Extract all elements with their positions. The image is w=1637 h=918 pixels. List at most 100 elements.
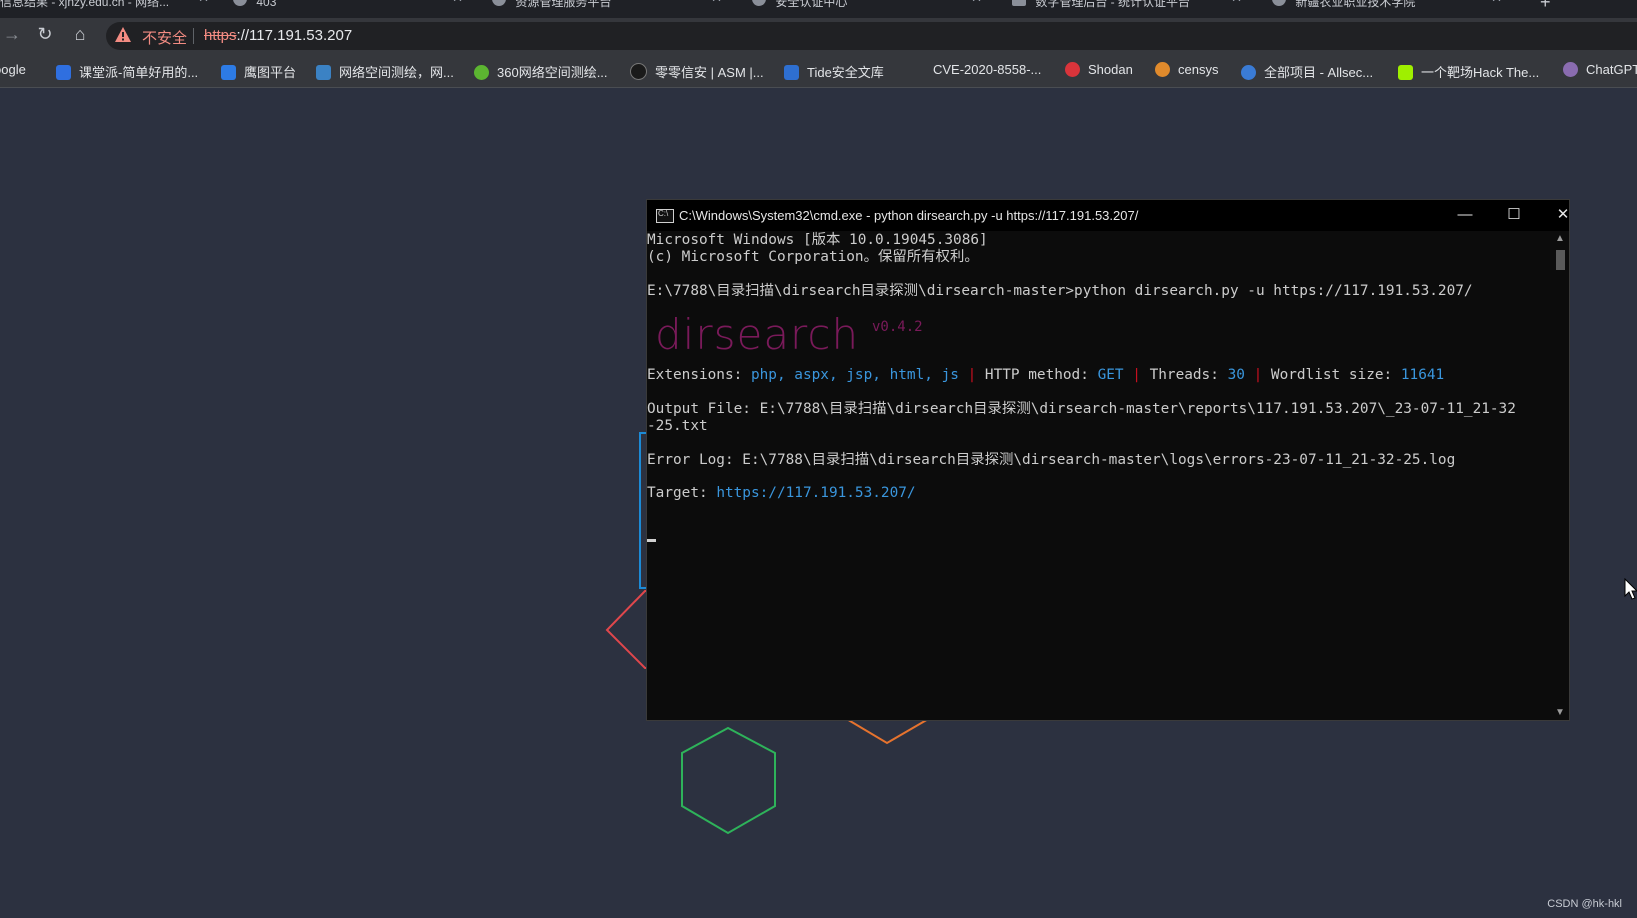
- home-icon[interactable]: ⌂: [68, 24, 92, 45]
- method-value: GET: [1097, 367, 1124, 383]
- scrollbar[interactable]: ▲ ▼: [1551, 231, 1569, 720]
- hexagon-green: [681, 726, 776, 835]
- bookmark-0zero[interactable]: 零零信安 | ASM |...: [630, 62, 764, 81]
- target-value: https://117.191.53.207/: [716, 485, 916, 501]
- browser-tab[interactable]: 新疆农业职业技术学院 ✕: [1272, 0, 1508, 18]
- globe-icon: [1272, 0, 1286, 6]
- bookmark-cve[interactable]: CVE-2020-8558-...: [933, 62, 1041, 77]
- browser-tab[interactable]: 安全认证中心 ✕: [752, 0, 988, 18]
- bookmark-label: ChatGPT: [1586, 62, 1637, 77]
- bookmark-chatgpt[interactable]: ChatGPT: [1563, 62, 1637, 77]
- chevron-up-icon[interactable]: ▲: [1555, 233, 1565, 244]
- security-status[interactable]: 不安全: [142, 27, 187, 48]
- chatgpt-icon: [1563, 62, 1578, 77]
- browser-tab[interactable]: 数字管理后台 - 统计认证平台 ✕: [1012, 0, 1248, 18]
- bookmark-label: 全部项目 - Allsec...: [1264, 65, 1374, 80]
- bookmark-ketangpai[interactable]: 课堂派-简单好用的...: [56, 62, 198, 81]
- shield-icon: [1241, 65, 1256, 80]
- chevron-down-icon[interactable]: ▼: [1555, 707, 1565, 718]
- wordlist-label: Wordlist size:: [1270, 367, 1401, 383]
- target-line: Target: https://117.191.53.207/: [647, 485, 916, 502]
- bookmark-360-quake[interactable]: 360网络空间测绘...: [474, 62, 608, 81]
- address-bar[interactable]: 不安全 https://117.191.53.207: [106, 22, 1637, 50]
- bookmark-censys[interactable]: censys: [1155, 62, 1218, 77]
- mouse-cursor-icon: [1624, 578, 1637, 600]
- page-icon: [1012, 0, 1026, 6]
- tab-label: 安全认证中心: [775, 0, 848, 9]
- bookmark-label: 360网络空间测绘...: [497, 65, 608, 80]
- tide-icon: [784, 65, 799, 80]
- reload-icon[interactable]: ↻: [33, 24, 57, 45]
- browser-toolbar: → ↻ ⌂ 不安全 https://117.191.53.207: [0, 18, 1637, 54]
- tab-label: 新疆农业职业技术学院: [1295, 0, 1416, 9]
- browser-tab[interactable]: 403 ✕: [233, 0, 469, 18]
- cmd-window[interactable]: C:\Windows\System32\cmd.exe - python dir…: [646, 199, 1570, 721]
- forward-icon[interactable]: →: [0, 24, 24, 45]
- tab-label: 403: [256, 0, 277, 9]
- scrollbar-thumb[interactable]: [1556, 250, 1565, 270]
- quake-icon: [474, 65, 489, 80]
- bookmark-label: 课堂派-简单好用的...: [79, 65, 199, 80]
- new-tab-button[interactable]: +: [1540, 0, 1551, 13]
- fofa-icon: [316, 65, 331, 80]
- bookmark-htb[interactable]: 一个靶场Hack The...: [1398, 62, 1539, 81]
- tab-label: 数字管理后台 - 统计认证平台: [1035, 0, 1191, 9]
- globe-icon: [492, 0, 506, 6]
- bookmark-label: 鹰图平台: [244, 65, 297, 80]
- bookmark-label: 一个靶场Hack The...: [1421, 65, 1540, 80]
- method-label: HTTP method:: [984, 367, 1098, 383]
- window-title: C:\Windows\System32\cmd.exe - python dir…: [679, 208, 1139, 223]
- wordlist-value: 11641: [1400, 367, 1445, 383]
- globe-icon: [752, 0, 766, 6]
- error-log-line: Error Log: E:\7788\目录扫描\dirsearch目录探测\di…: [647, 452, 1456, 468]
- config-line: Extensions: php, aspx, jsp, html, js | H…: [647, 367, 1444, 384]
- cube-icon: [1398, 65, 1413, 80]
- bookmark-hunter[interactable]: 鹰图平台: [221, 62, 296, 81]
- console-line: E:\7788\目录扫描\dirsearch目录探测\dirsearch-mas…: [647, 283, 1473, 299]
- bookmarks-bar: oogle 课堂派-简单好用的... 鹰图平台 网络空间测绘，网... 360网…: [0, 54, 1637, 88]
- tab-label: 资源管理服务平台: [515, 0, 612, 9]
- maximize-button[interactable]: ☐: [1494, 204, 1534, 226]
- threads-value: 30: [1227, 367, 1245, 383]
- separator: |: [967, 367, 977, 383]
- threads-label: Threads:: [1149, 367, 1228, 383]
- censys-icon: [1155, 62, 1170, 77]
- window-titlebar[interactable]: C:\Windows\System32\cmd.exe - python dir…: [647, 200, 1569, 231]
- eagle-icon: [221, 65, 236, 80]
- minimize-button[interactable]: —: [1445, 204, 1485, 226]
- shodan-icon: [1065, 62, 1080, 77]
- ketangpai-icon: [56, 65, 71, 80]
- target-label: Target:: [647, 485, 717, 501]
- bookmark-fofa[interactable]: 网络空间测绘，网...: [316, 62, 454, 81]
- bookmark-tide[interactable]: Tide安全文库: [784, 62, 884, 81]
- bookmark-shodan[interactable]: Shodan: [1065, 62, 1133, 77]
- url-scheme: https: [204, 27, 237, 44]
- hexagon-orange: [844, 717, 931, 745]
- tab-label: 信息结果 - xjnzy.edu.cn - 网络...: [0, 0, 170, 9]
- close-button[interactable]: ✕: [1543, 204, 1583, 226]
- bookmark-label: censys: [1178, 62, 1219, 77]
- output-file-line-cont: -25.txt: [647, 418, 708, 434]
- divider: [193, 28, 194, 44]
- bookmark-label: Tide安全文库: [807, 65, 884, 80]
- browser-tab[interactable]: 资源管理服务平台 ✕: [492, 0, 728, 18]
- bookmark-label: oogle: [0, 62, 26, 77]
- separator: |: [1253, 367, 1263, 383]
- dirsearch-logo: dirsearch: [655, 310, 860, 359]
- bookmark-label: 零零信安 | ASM |...: [655, 65, 764, 80]
- text-cursor: [647, 539, 656, 542]
- bookmark-allsec[interactable]: 全部项目 - Allsec...: [1241, 62, 1373, 81]
- url-host: ://117.191.53.207: [236, 27, 353, 44]
- bookmark-label: 网络空间测绘，网...: [339, 65, 454, 80]
- url-text[interactable]: https://117.191.53.207: [204, 27, 352, 44]
- output-file-line: Output File: E:\7788\目录扫描\dirsearch目录探测\…: [647, 401, 1516, 417]
- console-line: Microsoft Windows [版本 10.0.19045.3086]: [647, 232, 988, 248]
- version-label: v0.4.2: [872, 319, 923, 335]
- zero-icon: [630, 63, 647, 80]
- bookmark-google[interactable]: oogle: [0, 62, 26, 77]
- separator: |: [1132, 367, 1141, 383]
- console-output[interactable]: Microsoft Windows [版本 10.0.19045.3086] (…: [647, 231, 1549, 720]
- extensions-value: php, aspx, jsp, html, js: [750, 367, 959, 383]
- browser-tab[interactable]: 信息结果 - xjnzy.edu.cn - 网络... ✕: [0, 0, 215, 18]
- extensions-label: Extensions:: [647, 367, 751, 383]
